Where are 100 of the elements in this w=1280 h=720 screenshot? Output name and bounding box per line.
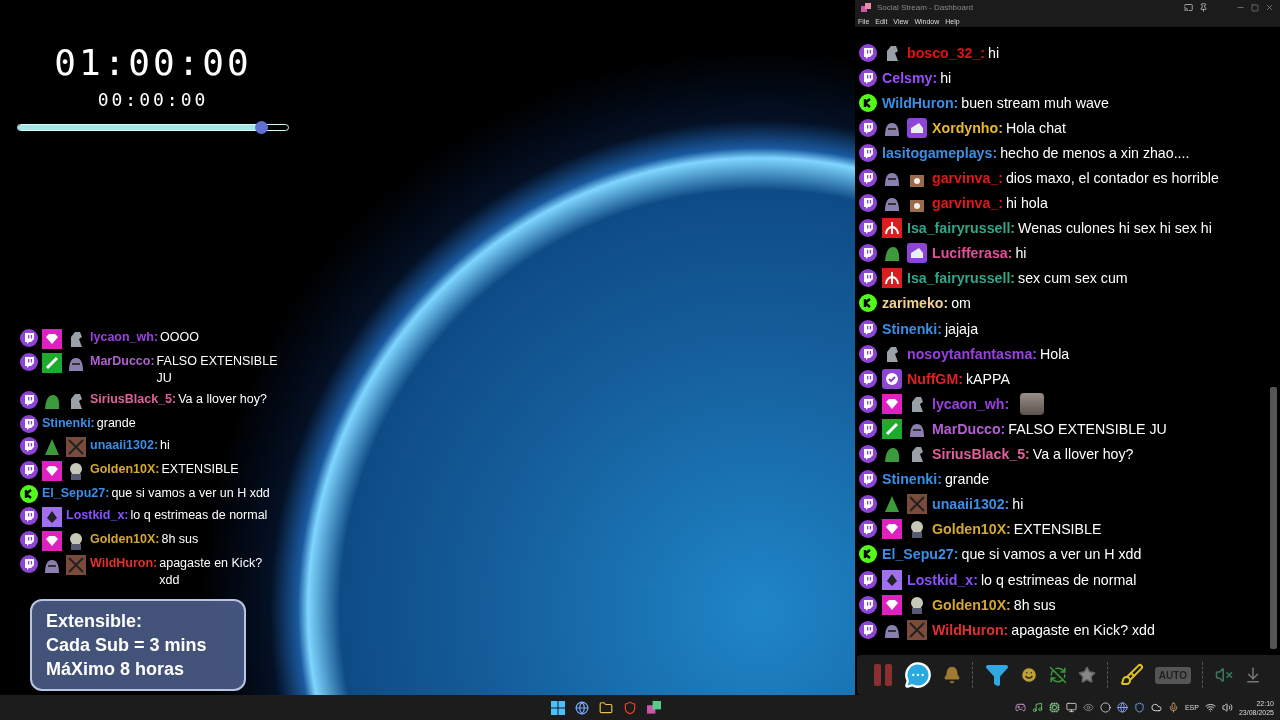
chat-message: grande bbox=[96, 415, 137, 432]
tray-circle-icon[interactable] bbox=[1099, 702, 1111, 713]
bell-button[interactable] bbox=[942, 666, 961, 684]
chat-message: hi bbox=[1012, 496, 1024, 513]
username[interactable]: lycaon_wh: bbox=[90, 329, 159, 346]
chat-message: hi hola bbox=[1006, 195, 1048, 212]
filter-button[interactable] bbox=[984, 663, 1009, 687]
username[interactable]: unaaii1302: bbox=[932, 496, 1010, 513]
shield-icon[interactable] bbox=[623, 700, 638, 715]
tray-chip-icon[interactable] bbox=[1048, 702, 1060, 713]
twitch-logo-icon bbox=[859, 570, 877, 589]
username[interactable]: garvinva_: bbox=[932, 195, 1003, 212]
tray-music-icon[interactable] bbox=[1031, 702, 1043, 713]
gem-badge-icon bbox=[882, 519, 902, 540]
tray-globe-icon[interactable] bbox=[1116, 702, 1128, 713]
chat-message: hecho de menos a xin zhao.... bbox=[1000, 144, 1190, 161]
scrollbar[interactable] bbox=[1270, 387, 1277, 649]
twitch-logo-icon bbox=[20, 353, 38, 371]
close-icon[interactable] bbox=[1265, 3, 1274, 12]
folder-icon[interactable] bbox=[599, 700, 614, 715]
star-button[interactable] bbox=[1077, 666, 1096, 684]
broom-button[interactable] bbox=[1119, 663, 1144, 687]
mute-button[interactable] bbox=[1215, 666, 1233, 684]
username[interactable]: bosco_32_: bbox=[907, 44, 986, 61]
twitch-logo-icon bbox=[20, 437, 38, 455]
start-icon[interactable] bbox=[551, 700, 566, 715]
tray-eye-icon[interactable] bbox=[1082, 702, 1094, 713]
username[interactable]: El_Sepu27: bbox=[42, 485, 110, 502]
username[interactable]: NuffGM: bbox=[907, 370, 963, 387]
username[interactable]: Golden10X: bbox=[932, 596, 1011, 613]
tree-badge-icon bbox=[42, 437, 62, 457]
username[interactable]: Lucifferasa: bbox=[932, 245, 1013, 262]
twitch-logo-icon bbox=[20, 461, 38, 479]
username[interactable]: Golden10X: bbox=[90, 461, 160, 478]
countdown-timer: 01:00:00 bbox=[54, 42, 252, 83]
chat-bubble-button[interactable] bbox=[903, 661, 932, 689]
network-icon[interactable] bbox=[1204, 702, 1216, 713]
diamond-badge-icon bbox=[882, 569, 902, 590]
username[interactable]: Isa_fairyrussell: bbox=[907, 220, 1016, 237]
diamond-badge-icon bbox=[42, 507, 62, 527]
tray-cloud-icon[interactable] bbox=[1150, 702, 1162, 713]
username[interactable]: WildHuron: bbox=[882, 94, 959, 111]
chat-message: que si vamos a ver un H xdd bbox=[961, 546, 1142, 563]
chat-message: sex cum sex cum bbox=[1018, 270, 1128, 287]
chat-message: Va a llover hoy? bbox=[1032, 446, 1134, 463]
username[interactable]: WildHuron: bbox=[90, 555, 158, 572]
tray-monitor-icon[interactable] bbox=[1065, 702, 1077, 713]
username[interactable]: lasitogameplays: bbox=[882, 144, 998, 161]
chat-message: FALSO EXTENSIBLE JU bbox=[156, 353, 279, 387]
chat-message: 8h sus bbox=[161, 531, 200, 548]
twitch-logo-icon bbox=[859, 219, 877, 238]
kick-logo-icon bbox=[859, 545, 877, 564]
progress-thumb[interactable] bbox=[255, 121, 268, 134]
username[interactable]: El_Sepu27: bbox=[882, 546, 959, 563]
username[interactable]: SiriusBlack_5: bbox=[90, 391, 177, 408]
volume-icon[interactable] bbox=[1221, 702, 1233, 713]
smiley-button[interactable] bbox=[1019, 666, 1038, 684]
twitch-logo-icon bbox=[859, 244, 877, 263]
twitch-logo-icon bbox=[859, 520, 877, 539]
username[interactable]: Lostkid_x: bbox=[66, 507, 129, 524]
username[interactable]: Stinenki: bbox=[882, 320, 942, 337]
username[interactable]: unaaii1302: bbox=[90, 437, 159, 454]
twitch-logo-icon bbox=[859, 445, 877, 464]
username[interactable]: garvinva_: bbox=[932, 170, 1003, 186]
scroll-down-button[interactable] bbox=[1244, 666, 1262, 684]
tray-gamepad-icon[interactable] bbox=[1014, 702, 1026, 713]
tree-badge-icon bbox=[882, 494, 902, 515]
username[interactable]: Stinenki: bbox=[42, 415, 95, 432]
username[interactable]: lycaon_wh: bbox=[932, 395, 1010, 412]
twitch-logo-icon bbox=[859, 169, 877, 187]
username[interactable]: Golden10X: bbox=[932, 521, 1011, 538]
username[interactable]: MarDucco: bbox=[90, 353, 155, 370]
username[interactable]: zarimeko: bbox=[882, 295, 949, 312]
username[interactable]: WildHuron: bbox=[932, 621, 1009, 638]
verified-badge-icon bbox=[882, 368, 902, 389]
username[interactable]: Golden10X: bbox=[90, 531, 160, 548]
gem-badge-icon bbox=[42, 531, 62, 551]
app-logo-icon[interactable] bbox=[647, 700, 662, 715]
info-text: Extensible: bbox=[46, 610, 144, 633]
username[interactable]: MarDucco: bbox=[932, 420, 1006, 437]
username[interactable]: Stinenki: bbox=[882, 471, 942, 488]
username[interactable]: nosoytanfantasma: bbox=[907, 345, 1038, 362]
twitch-logo-icon bbox=[859, 143, 877, 162]
gem-badge-icon bbox=[882, 393, 902, 414]
sync-off-button[interactable] bbox=[1048, 666, 1067, 684]
username[interactable]: Celsmy: bbox=[882, 69, 938, 86]
cast-icon[interactable] bbox=[1184, 3, 1193, 12]
chat-message: lo q estrimeas de normal bbox=[980, 571, 1137, 588]
username[interactable]: SiriusBlack_5: bbox=[932, 446, 1030, 463]
tray-shield-icon[interactable] bbox=[1133, 702, 1145, 713]
gem-badge-icon bbox=[42, 461, 62, 481]
username[interactable]: Xordynho: bbox=[932, 119, 1003, 136]
kick-logo-icon bbox=[859, 294, 877, 313]
sword-badge-icon bbox=[882, 418, 902, 439]
chat-message: grande bbox=[944, 471, 990, 488]
pin-icon[interactable] bbox=[1199, 3, 1208, 12]
window-title: Social Stream - Dashboard bbox=[877, 3, 975, 12]
tray-microphone-icon[interactable] bbox=[1167, 702, 1179, 713]
username[interactable]: Isa_fairyrussell: bbox=[907, 270, 1016, 287]
username[interactable]: Lostkid_x: bbox=[907, 571, 978, 588]
